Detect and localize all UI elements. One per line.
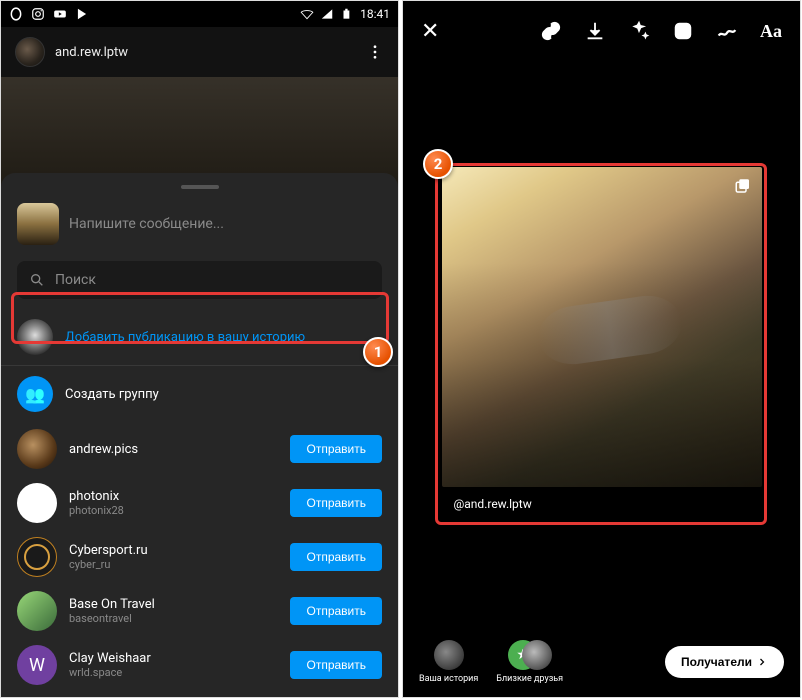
message-input-row[interactable]: Напишите сообщение... [1, 197, 398, 251]
contact-row[interactable]: W Clay Weishaar wrld.space Отправить [1, 638, 398, 692]
post-thumbnail [17, 203, 59, 245]
message-placeholder: Напишите сообщение... [69, 216, 224, 232]
recipients-label: Получатели [681, 655, 752, 669]
contact-name: Clay Weishaar [69, 651, 278, 666]
annotation-step-2: 2 [423, 149, 453, 179]
your-story-destination[interactable]: Ваша история [419, 640, 478, 684]
contact-avatar: W [17, 645, 57, 685]
shared-post-username: @and.rew.lptw [442, 487, 762, 521]
send-button[interactable]: Отправить [290, 543, 382, 571]
shared-post-image [442, 167, 762, 487]
close-friends-avatar [522, 640, 552, 670]
create-group-option[interactable]: Создать группу [1, 366, 398, 422]
link-icon[interactable] [540, 20, 562, 42]
story-editor-toolbar: ✕ Aa [403, 1, 800, 61]
contact-avatar [17, 537, 57, 577]
close-friends-label: Близкие друзья [496, 674, 563, 684]
draw-icon[interactable] [716, 20, 738, 42]
send-button[interactable]: Отправить [290, 489, 382, 517]
opera-icon [9, 7, 23, 21]
instagram-icon [31, 7, 45, 21]
add-to-story-option[interactable]: Добавить публикацию в вашу историю [1, 309, 398, 366]
post-image-background [1, 77, 398, 187]
your-story-label: Ваша история [419, 674, 478, 684]
contact-subtitle: cyber_ru [69, 558, 278, 571]
contact-avatar [17, 591, 57, 631]
effects-icon[interactable] [628, 20, 650, 42]
contact-avatar [17, 429, 57, 469]
author-avatar[interactable] [15, 37, 45, 67]
search-placeholder: Поиск [55, 272, 96, 288]
status-bar: 18:41 [1, 1, 398, 27]
text-tool-icon[interactable]: Aa [760, 21, 782, 42]
contact-name: photonix [69, 489, 278, 504]
send-button[interactable]: Отправить [290, 651, 382, 679]
share-sheet: Напишите сообщение... Поиск Добавить пуб… [1, 173, 398, 697]
story-bottom-bar: Ваша история Близкие друзья Получатели [403, 627, 800, 697]
create-group-label: Создать группу [65, 387, 159, 402]
sticker-icon[interactable] [672, 20, 694, 42]
user-story-avatar [17, 319, 53, 355]
author-username[interactable]: and.rew.lptw [55, 45, 356, 60]
story-canvas[interactable]: @and.rew.lptw [403, 61, 800, 627]
download-icon[interactable] [584, 20, 606, 42]
contact-row[interactable]: Base On Travel baseontravel Отправить [1, 584, 398, 638]
contact-row[interactable]: Cybersport.ru cyber_ru Отправить [1, 530, 398, 584]
recipients-button[interactable]: Получатели [665, 646, 784, 678]
signal-icon [320, 7, 334, 21]
contact-subtitle: baseontravel [69, 612, 278, 625]
youtube-icon [53, 7, 67, 21]
contact-name: Cybersport.ru [69, 543, 278, 558]
send-button[interactable]: Отправить [290, 597, 382, 625]
your-story-avatar [434, 640, 464, 670]
contact-name: andrew.pics [69, 442, 278, 457]
contact-row[interactable]: photonix photonix28 Отправить [1, 476, 398, 530]
carousel-icon [734, 177, 752, 195]
contact-name: Base On Travel [69, 597, 278, 612]
chevron-right-icon [756, 656, 768, 668]
contact-subtitle: wrld.space [69, 666, 278, 679]
group-icon [17, 376, 53, 412]
contact-row[interactable]: andrew.pics Отправить [1, 422, 398, 476]
more-icon[interactable] [366, 43, 384, 61]
sheet-drag-handle[interactable] [181, 185, 219, 189]
post-header: and.rew.lptw [1, 27, 398, 77]
close-icon[interactable]: ✕ [421, 19, 439, 44]
wifi-icon [300, 7, 314, 21]
annotation-step-1: 1 [363, 337, 393, 367]
close-friends-destination[interactable]: Близкие друзья [496, 640, 563, 684]
contact-subtitle: photonix28 [69, 504, 278, 517]
battery-icon [340, 7, 354, 21]
contact-row[interactable]: КОНКУРСЫ ★ РОЗЫГРЫШИ ★ … konkurs.moskva … [1, 692, 398, 698]
play-store-icon [75, 7, 89, 21]
search-icon [29, 272, 45, 288]
add-to-story-label: Добавить публикацию в вашу историю [65, 330, 305, 345]
shared-post-preview[interactable]: @and.rew.lptw [442, 167, 762, 521]
send-button[interactable]: Отправить [290, 435, 382, 463]
contact-avatar [17, 483, 57, 523]
search-input[interactable]: Поиск [17, 261, 382, 299]
clock-time: 18:41 [360, 7, 390, 21]
